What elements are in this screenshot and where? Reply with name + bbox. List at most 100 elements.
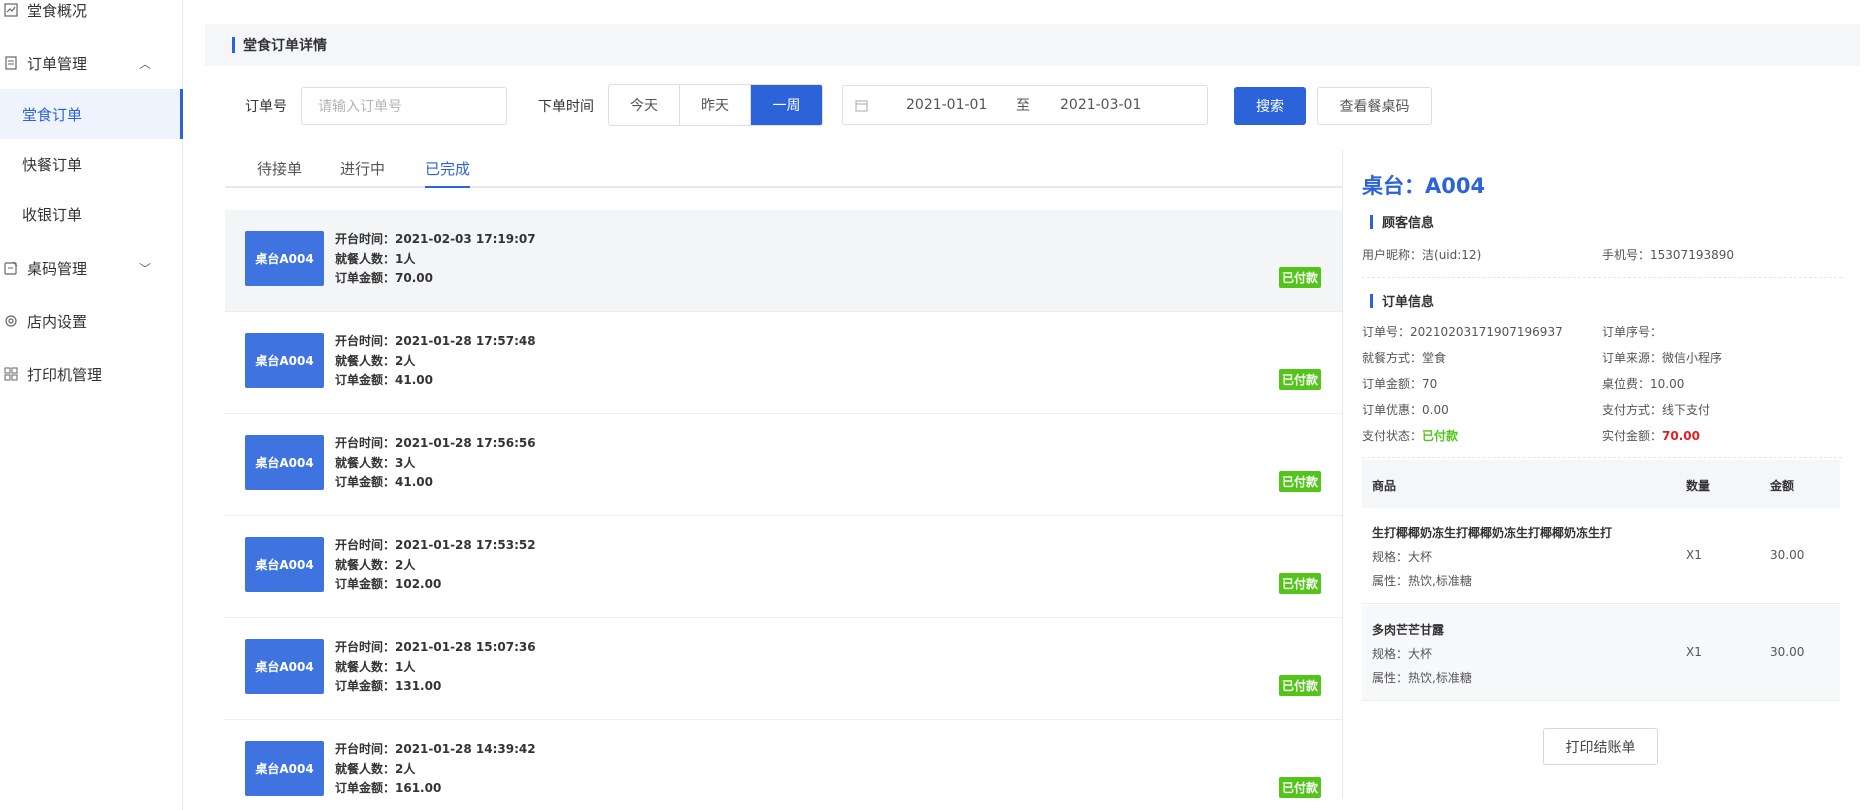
date-range-picker[interactable]: 2021-01-01 至 2021-03-01: [842, 85, 1208, 125]
goods-qty: X1: [1686, 548, 1702, 562]
dashed-divider: [1362, 457, 1842, 458]
order-no-input[interactable]: 请输入订单号: [301, 87, 507, 125]
field-value: 70: [1422, 377, 1438, 391]
table-tag: 桌台A004: [245, 333, 324, 388]
goods-amount: 30.00: [1770, 645, 1805, 659]
order-info: 开台时间：2021-01-28 14:39:42 就餐人数：2人 订单金额：16…: [335, 740, 536, 799]
sidebar-item-printers[interactable]: 打印机管理: [0, 349, 183, 399]
goods-header-amount: 金额: [1770, 479, 1795, 493]
order-source-field: 订单来源：微信小程序: [1602, 349, 1722, 366]
order-seq-field: 订单序号：: [1602, 323, 1662, 340]
table-tag: 桌台A004: [245, 741, 324, 796]
chevron-down-icon: ﹀: [138, 261, 151, 276]
field-value: 15307193890: [1650, 248, 1734, 262]
time-option-today[interactable]: 今天: [609, 85, 680, 125]
status-badge: 已付款: [1278, 471, 1321, 492]
order-people: 就餐人数：1人: [335, 659, 416, 674]
table-tag: 桌台A004: [245, 639, 324, 694]
sidebar-subitem-fast-food-orders[interactable]: 快餐订单: [0, 139, 183, 189]
field-label: 支付方式：: [1602, 403, 1663, 417]
tab-completed[interactable]: 已完成: [425, 158, 471, 188]
order-no-field: 订单号：20210203171907196937: [1362, 323, 1563, 340]
date-start[interactable]: 2021-01-01: [906, 97, 988, 113]
order-card[interactable]: 桌台A004 开台时间：2021-01-28 17:56:56 就餐人数：3人 …: [225, 414, 1343, 516]
order-open-time: 开台时间：2021-01-28 17:56:56: [335, 436, 536, 450]
field-label: 实付金额：: [1602, 429, 1663, 443]
order-people: 就餐人数：2人: [335, 761, 416, 776]
order-amount: 订单金额：131.00: [335, 679, 442, 693]
goods-spec: 规格：大杯: [1372, 550, 1433, 564]
field-value: 线下支付: [1662, 403, 1711, 417]
field-value: 微信小程序: [1662, 351, 1723, 365]
dashed-divider: [1362, 277, 1842, 278]
sidebar-subitem-cashier-orders[interactable]: 收银订单: [0, 189, 183, 239]
order-card[interactable]: 桌台A004 开台时间：2021-01-28 17:53:52 就餐人数：2人 …: [225, 516, 1343, 618]
chart-icon: [3, 2, 19, 18]
view-table-code-button[interactable]: 查看餐桌码: [1317, 87, 1432, 125]
order-amount: 订单金额：70.00: [335, 271, 433, 285]
field-value: 0.00: [1422, 403, 1449, 417]
goods-table-header: 商品 数量 金额: [1362, 460, 1840, 508]
order-info: 开台时间：2021-01-28 15:07:36 就餐人数：1人 订单金额：13…: [335, 638, 536, 697]
goods-name: 生打椰椰奶冻生打椰椰奶冻生打椰椰奶冻生打: [1372, 526, 1613, 540]
dine-method-field: 就餐方式：堂食: [1362, 349, 1446, 366]
order-people: 就餐人数：3人: [335, 455, 416, 470]
goods-header-name: 商品: [1372, 479, 1397, 493]
order-open-time: 开台时间：2021-02-03 17:19:07: [335, 232, 536, 246]
time-option-week[interactable]: 一周: [751, 85, 822, 125]
chevron-up-icon: ︿: [138, 56, 151, 71]
document-icon: [3, 55, 19, 71]
sidebar-item-store-settings[interactable]: 店内设置: [0, 296, 183, 346]
order-list: 桌台A004 开台时间：2021-02-03 17:19:07 就餐人数：1人 …: [225, 210, 1343, 810]
order-card[interactable]: 桌台A004 开台时间：2021-01-28 17:57:48 就餐人数：2人 …: [225, 312, 1343, 414]
seat-fee-field: 桌位费：10.00: [1602, 375, 1684, 392]
field-value: 堂食: [1422, 351, 1447, 365]
order-amount: 订单金额：41.00: [335, 373, 433, 387]
field-label: 就餐方式：: [1362, 351, 1423, 365]
sidebar-item-table-codes[interactable]: 桌码管理 ﹀: [0, 243, 183, 293]
field-value: 10.00: [1650, 377, 1685, 391]
grid-icon: [3, 366, 19, 382]
table-tag: 桌台A004: [245, 435, 324, 490]
sidebar-item-orders[interactable]: 订单管理 ︿: [0, 38, 183, 88]
order-open-time: 开台时间：2021-01-28 14:39:42: [335, 742, 536, 756]
phone-field: 手机号：15307193890: [1602, 246, 1734, 263]
section-title: 订单信息: [1382, 295, 1435, 310]
order-people: 就餐人数：2人: [335, 557, 416, 572]
print-bill-button[interactable]: 打印结账单: [1543, 728, 1658, 765]
tab-pending[interactable]: 待接单: [257, 158, 302, 188]
order-card[interactable]: 桌台A004 开台时间：2021-01-28 15:07:36 就餐人数：1人 …: [225, 618, 1343, 720]
goods-row: 生打椰椰奶冻生打椰椰奶冻生打椰椰奶冻生打 规格：大杯 属性：热饮,标准糖 X1 …: [1362, 508, 1840, 604]
order-time-label: 下单时间: [538, 99, 594, 115]
order-no-label: 订单号: [245, 99, 287, 115]
time-range-selector: 今天 昨天 一周: [608, 84, 823, 126]
order-card[interactable]: 桌台A004 开台时间：2021-01-28 14:39:42 就餐人数：2人 …: [225, 720, 1343, 810]
panel-divider: [1342, 150, 1343, 798]
customer-info-header: 顾客信息: [1370, 212, 1434, 231]
order-info: 开台时间：2021-01-28 17:56:56 就餐人数：3人 订单金额：41…: [335, 434, 536, 493]
goods-name: 多肉芒芒甘露: [1372, 623, 1445, 637]
goods-amount: 30.00: [1770, 548, 1805, 562]
field-label: 桌位费：: [1602, 377, 1651, 391]
search-button[interactable]: 搜索: [1234, 87, 1306, 125]
pay-method-field: 支付方式：线下支付: [1602, 401, 1710, 418]
tab-in-progress[interactable]: 进行中: [340, 158, 385, 188]
sidebar-subitem-dine-in-orders[interactable]: 堂食订单: [0, 89, 183, 139]
order-status-tabs: 待接单 进行中 已完成: [225, 150, 1343, 188]
status-badge: 已付款: [1278, 675, 1321, 696]
order-open-time: 开台时间：2021-01-28 17:53:52: [335, 538, 536, 552]
sidebar-item-label: 订单管理: [27, 54, 88, 73]
sidebar-item-label: 堂食概况: [27, 1, 88, 20]
goods-spec: 规格：大杯: [1372, 647, 1433, 661]
order-open-time: 开台时间：2021-01-28 17:57:48: [335, 334, 536, 348]
order-amount-field: 订单金额：70: [1362, 375, 1437, 392]
date-end[interactable]: 2021-03-01: [1060, 97, 1141, 113]
goods-row: 多肉芒芒甘露 规格：大杯 属性：热饮,标准糖 X1 30.00: [1362, 605, 1840, 701]
field-value: 20210203171907196937: [1410, 325, 1563, 339]
order-amount: 订单金额：161.00: [335, 781, 442, 795]
sidebar-item-overview[interactable]: 堂食概况: [0, 0, 183, 35]
field-label: 用户昵称：: [1362, 248, 1423, 262]
order-card[interactable]: 桌台A004 开台时间：2021-02-03 17:19:07 就餐人数：1人 …: [225, 210, 1343, 312]
detail-table-title: 桌台：A004: [1362, 174, 1486, 198]
time-option-yesterday[interactable]: 昨天: [680, 85, 751, 125]
